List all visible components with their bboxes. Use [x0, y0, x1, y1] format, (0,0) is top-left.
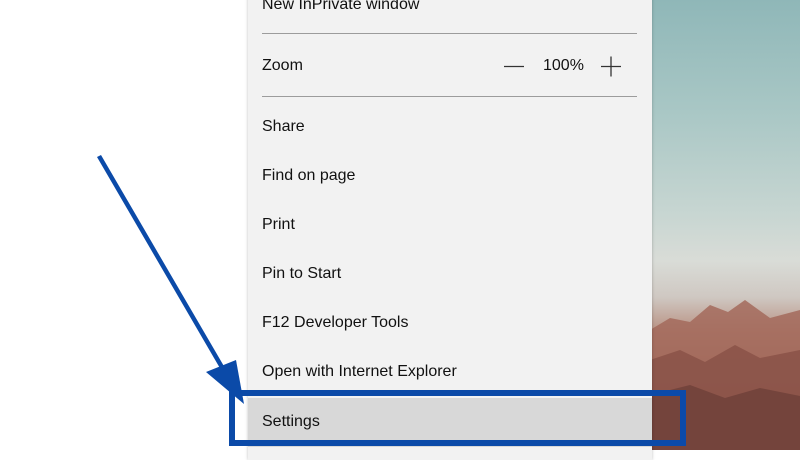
menu-item-label: F12 Developer Tools — [262, 314, 409, 331]
menu-item-label: Share — [262, 118, 305, 135]
arrow-pointer-icon — [97, 155, 244, 404]
menu-item-label: New InPrivate window — [262, 0, 420, 13]
zoom-label: Zoom — [262, 57, 303, 74]
zoom-value: 100% — [543, 57, 584, 74]
menu-item-f12-developer-tools[interactable]: F12 Developer Tools — [248, 299, 652, 348]
mountain-landscape-image — [650, 300, 800, 450]
menu-divider — [262, 33, 637, 34]
menu-item-zoom: Zoom 100% — [248, 42, 652, 91]
menu-item-label: Settings — [262, 413, 320, 430]
minus-icon[interactable] — [501, 42, 527, 91]
menu-item-print[interactable]: Print — [248, 201, 652, 250]
plus-icon[interactable] — [598, 42, 624, 91]
menu-item-share[interactable]: Share — [248, 103, 652, 152]
menu-item-open-with-internet-explorer[interactable]: Open with Internet Explorer — [248, 348, 652, 397]
menu-item-label: Pin to Start — [262, 265, 342, 282]
desktop-wallpaper — [650, 0, 800, 450]
browser-more-actions-menu: New InPrivate window Zoom 100% Share Fin… — [248, 0, 652, 460]
menu-item-pin-to-start[interactable]: Pin to Start — [248, 250, 652, 299]
menu-item-label: Find on page — [262, 167, 356, 184]
menu-item-settings[interactable]: Settings — [248, 398, 652, 447]
menu-item-label: Open with Internet Explorer — [262, 363, 457, 380]
menu-item-new-inprivate-window[interactable]: New InPrivate window — [248, 0, 652, 30]
menu-item-label: Print — [262, 216, 295, 233]
menu-item-find-on-page[interactable]: Find on page — [248, 152, 652, 201]
menu-divider — [262, 96, 637, 97]
